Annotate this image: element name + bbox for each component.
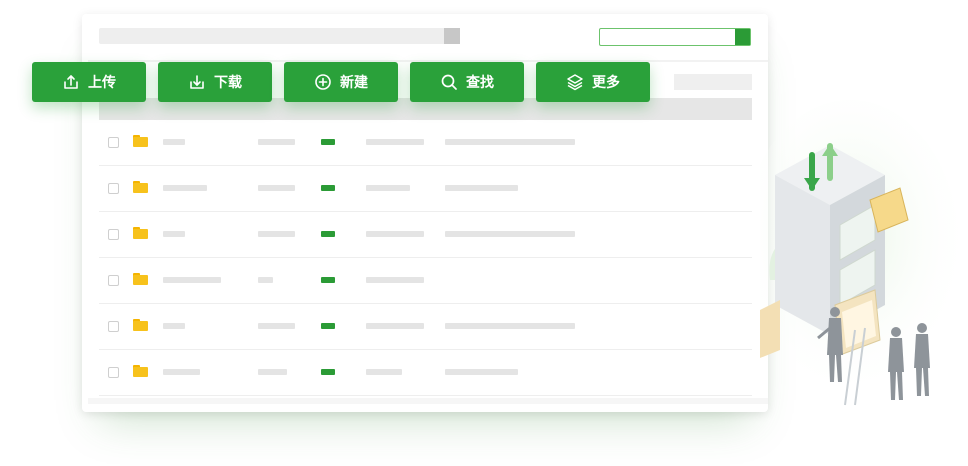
file-row[interactable] (99, 304, 752, 350)
download-label: 下载 (214, 75, 242, 91)
file-name-placeholder (163, 323, 185, 329)
upload-icon (62, 73, 80, 91)
file-row[interactable] (99, 166, 752, 212)
file-path-placeholder (445, 231, 575, 237)
status-badge (321, 369, 335, 375)
folder-icon (133, 365, 148, 377)
download-button[interactable]: 下载 (158, 62, 272, 102)
folder-icon (133, 273, 148, 285)
file-size-placeholder (258, 139, 295, 145)
file-date-placeholder (366, 231, 424, 237)
search-button[interactable]: 查找 (410, 62, 524, 102)
download-icon (188, 73, 206, 91)
upload-label: 上传 (88, 75, 116, 91)
file-date-placeholder (366, 139, 424, 145)
status-badge (321, 231, 335, 237)
file-server-illustration (760, 100, 960, 406)
file-path-placeholder (445, 185, 518, 191)
progress-fill (735, 29, 750, 45)
file-name-placeholder (163, 277, 221, 283)
status-badge (321, 139, 335, 145)
file-path-placeholder (445, 369, 518, 375)
more-button[interactable]: 更多 (536, 62, 650, 102)
file-name-placeholder (163, 185, 207, 191)
file-name-placeholder (163, 231, 185, 237)
file-date-placeholder (366, 369, 402, 375)
status-badge (321, 185, 335, 191)
file-path-placeholder (445, 139, 575, 145)
layers-icon (566, 73, 584, 91)
file-date-placeholder (366, 185, 410, 191)
file-date-placeholder (366, 323, 424, 329)
file-size-placeholder (258, 185, 295, 191)
search-icon (440, 73, 458, 91)
plus-circle-icon (314, 73, 332, 91)
file-size-placeholder (258, 231, 295, 237)
horizontal-scrollbar[interactable] (88, 398, 768, 404)
file-size-placeholder (258, 369, 287, 375)
new-label: 新建 (340, 75, 368, 91)
row-checkbox[interactable] (108, 183, 119, 194)
file-name-placeholder (163, 139, 185, 145)
row-checkbox[interactable] (108, 367, 119, 378)
file-row[interactable] (99, 258, 752, 304)
folder-icon (133, 135, 148, 147)
folder-icon (133, 181, 148, 193)
more-label: 更多 (592, 75, 620, 91)
file-row[interactable] (99, 350, 752, 396)
toolbar-placeholder (674, 74, 752, 90)
file-size-placeholder (258, 277, 273, 283)
upload-button[interactable]: 上传 (32, 62, 146, 102)
address-scroll-thumb[interactable] (444, 28, 460, 44)
status-badge (321, 323, 335, 329)
folder-icon (133, 319, 148, 331)
file-date-placeholder (366, 277, 424, 283)
title-bar (82, 14, 768, 60)
row-checkbox[interactable] (108, 229, 119, 240)
row-checkbox[interactable] (108, 321, 119, 332)
file-name-placeholder (163, 369, 200, 375)
new-button[interactable]: 新建 (284, 62, 398, 102)
row-checkbox[interactable] (108, 137, 119, 148)
storage-progress-bar (599, 28, 751, 46)
search-label: 查找 (466, 75, 494, 91)
file-size-placeholder (258, 323, 295, 329)
file-path-placeholder (445, 323, 575, 329)
file-list (99, 120, 752, 396)
file-row[interactable] (99, 120, 752, 166)
row-checkbox[interactable] (108, 275, 119, 286)
address-bar[interactable] (99, 28, 459, 44)
folder-icon (133, 227, 148, 239)
file-row[interactable] (99, 212, 752, 258)
status-badge (321, 277, 335, 283)
